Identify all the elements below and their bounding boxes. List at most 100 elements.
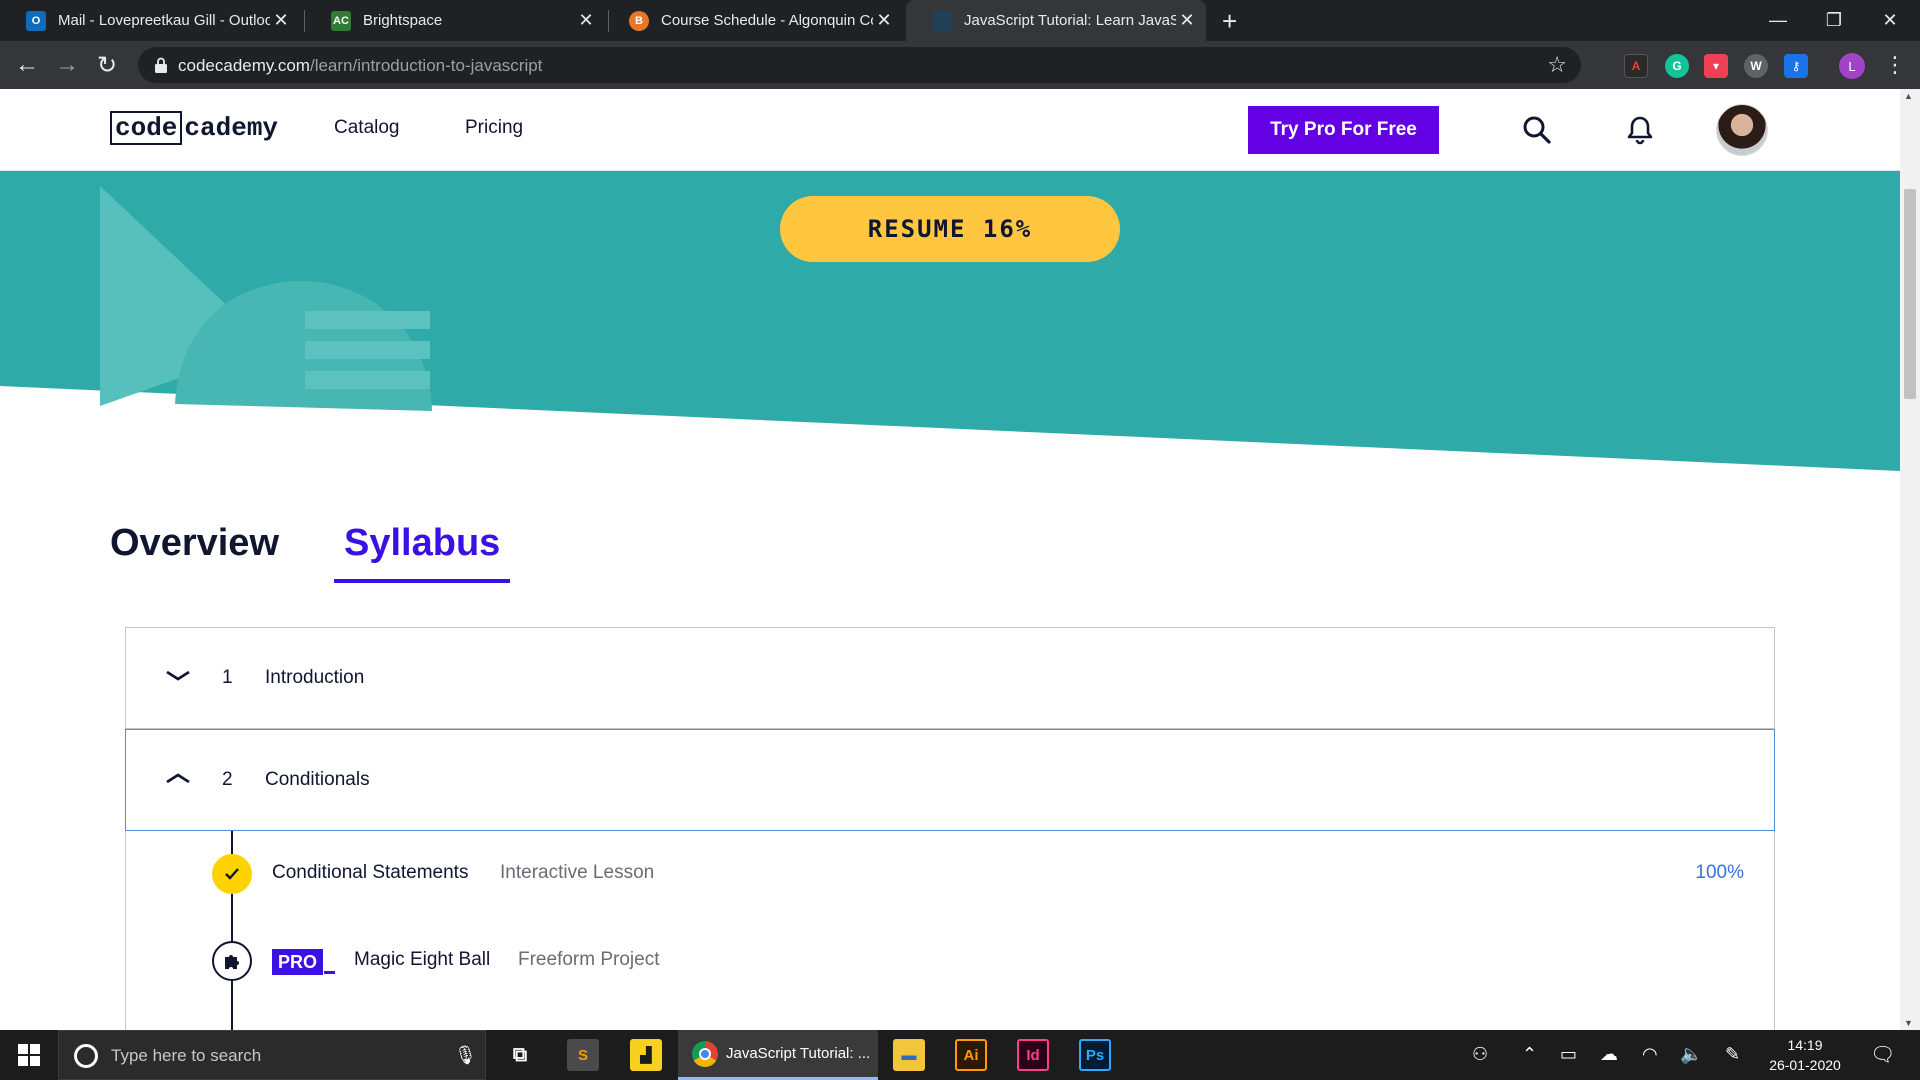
- tab-title: JavaScript Tutorial: Learn JavaScri: [964, 12, 1176, 29]
- scrollbar-thumb[interactable]: [1904, 189, 1916, 399]
- address-bar[interactable]: codecademy.com/learn/introduction-to-jav…: [138, 47, 1581, 83]
- close-icon[interactable]: ✕: [1176, 10, 1198, 31]
- microphone-icon[interactable]: 🎙: [454, 1045, 477, 1066]
- algonquin-icon: B: [629, 10, 649, 31]
- lesson-type: Interactive Lesson: [500, 862, 655, 883]
- module-row[interactable]: 2 Conditionals: [125, 729, 1775, 831]
- taskbar-chrome-app[interactable]: JavaScript Tutorial: ...: [678, 1030, 878, 1080]
- close-icon[interactable]: ✕: [873, 10, 895, 31]
- tab-syllabus[interactable]: Syllabus: [334, 522, 511, 583]
- windows-taskbar: Type here to search 🎙 ⧉ S ▟ JavaScript T…: [0, 1030, 1920, 1080]
- people-icon[interactable]: ⚇: [1472, 1044, 1488, 1065]
- pen-icon[interactable]: ✎: [1725, 1044, 1740, 1065]
- task-view-icon[interactable]: ⧉: [504, 1039, 536, 1071]
- tab-brightspace[interactable]: AC Brightspace ✕: [305, 0, 605, 41]
- codecademy-logo[interactable]: code cademy: [110, 111, 278, 145]
- lesson-title[interactable]: Magic Eight Ball: [354, 949, 490, 971]
- new-tab-button[interactable]: +: [1222, 6, 1237, 37]
- codecademy-icon: [932, 10, 952, 31]
- lock-icon: [155, 57, 167, 73]
- back-button[interactable]: ←: [11, 49, 43, 81]
- logo-code: code: [110, 111, 183, 145]
- pro-badge: PRO: [272, 949, 324, 975]
- tab-codecademy[interactable]: JavaScript Tutorial: Learn JavaScri ✕: [906, 0, 1206, 41]
- sublime-icon[interactable]: S: [567, 1039, 599, 1071]
- windows-start-button[interactable]: [0, 1030, 58, 1080]
- pro-badge-cursor: [324, 971, 335, 974]
- nav-pricing[interactable]: Pricing: [465, 117, 523, 139]
- wordtune-icon[interactable]: W: [1744, 54, 1768, 78]
- photoshop-icon[interactable]: Ps: [1079, 1039, 1111, 1071]
- lesson-row[interactable]: Conditional Statements Interactive Lesso…: [126, 844, 1774, 904]
- close-icon[interactable]: ✕: [270, 10, 292, 31]
- nav-catalog[interactable]: Catalog: [334, 117, 400, 139]
- pdf-icon[interactable]: A: [1624, 54, 1648, 78]
- syllabus-list: 1 Introduction 2 Conditionals Conditiona…: [125, 627, 1775, 1030]
- wifi-icon[interactable]: ◠: [1642, 1044, 1658, 1065]
- sticky-notes-icon[interactable]: ▟: [630, 1039, 662, 1071]
- scroll-up-arrow-icon[interactable]: ▲: [1904, 91, 1913, 101]
- lesson-row[interactable]: PRO Magic Eight Ball Freeform Project: [126, 931, 1774, 991]
- lesson-type: Freeform Project: [518, 949, 660, 970]
- browser-tab-strip: O Mail - Lovepreetkau Gill - Outloo ✕ AC…: [0, 0, 1920, 41]
- active-app-title: JavaScript Tutorial: ...: [726, 1045, 871, 1062]
- module-row[interactable]: 1 Introduction: [126, 628, 1774, 729]
- search-placeholder: Type here to search: [111, 1046, 262, 1065]
- bookmark-star-icon[interactable]: ☆: [1547, 52, 1567, 78]
- file-explorer-icon[interactable]: ▬: [893, 1039, 925, 1071]
- url-domain: codecademy.com: [178, 56, 310, 75]
- windows-logo-icon: [18, 1044, 40, 1066]
- module-title: Conditionals: [265, 769, 370, 790]
- restore-button[interactable]: ❐: [1808, 0, 1860, 41]
- brightspace-icon: AC: [331, 10, 351, 31]
- module-title: Introduction: [265, 667, 365, 688]
- page-viewport: code cademy Catalog Pricing Try Pro For F…: [0, 89, 1900, 1030]
- minimize-button[interactable]: —: [1752, 0, 1804, 41]
- battery-icon[interactable]: ▭: [1560, 1044, 1577, 1065]
- clock-date: 26-01-2020: [1769, 1057, 1841, 1073]
- page-scrollbar[interactable]: ▲ ▼: [1900, 89, 1920, 1030]
- close-window-button[interactable]: ✕: [1864, 0, 1916, 41]
- close-icon[interactable]: ✕: [575, 10, 597, 31]
- indesign-icon[interactable]: Id: [1017, 1039, 1049, 1071]
- tab-title: Brightspace: [363, 12, 443, 29]
- browser-toolbar: ← → ↻ codecademy.com/learn/introduction-…: [0, 41, 1920, 89]
- tab-title: Course Schedule - Algonquin Col: [661, 12, 873, 29]
- logo-cademy: cademy: [184, 113, 279, 143]
- grammarly-icon[interactable]: G: [1665, 54, 1689, 78]
- bell-icon[interactable]: [1624, 114, 1656, 146]
- try-pro-button[interactable]: Try Pro For Free: [1248, 106, 1439, 154]
- taskbar-search[interactable]: Type here to search 🎙: [58, 1030, 486, 1080]
- onedrive-icon[interactable]: ☁: [1600, 1044, 1618, 1065]
- checkmark-icon: [212, 854, 252, 894]
- clock-time: 14:19: [1787, 1037, 1823, 1053]
- lesson-title[interactable]: Conditional Statements: [272, 862, 468, 884]
- page-tabs: Overview Syllabus: [0, 522, 1900, 583]
- tab-title: Mail - Lovepreetkau Gill - Outloo: [58, 12, 270, 29]
- key-icon[interactable]: ⚷: [1784, 54, 1808, 78]
- illustrator-icon[interactable]: Ai: [955, 1039, 987, 1071]
- forward-button[interactable]: →: [51, 49, 83, 81]
- profile-avatar[interactable]: L: [1839, 53, 1865, 79]
- url-path: /learn/introduction-to-javascript: [309, 56, 543, 75]
- pocket-icon[interactable]: ▾: [1704, 54, 1728, 78]
- reload-button[interactable]: ↻: [91, 49, 123, 81]
- puzzle-icon: [212, 941, 252, 981]
- tab-outlook[interactable]: O Mail - Lovepreetkau Gill - Outloo ✕: [0, 0, 300, 41]
- url-text[interactable]: codecademy.com/learn/introduction-to-jav…: [178, 56, 542, 76]
- browser-menu-icon[interactable]: ⋮: [1884, 52, 1906, 78]
- search-icon[interactable]: [1521, 114, 1553, 146]
- resume-button[interactable]: RESUME 16%: [780, 196, 1120, 262]
- notification-center-icon[interactable]: 🗨: [1870, 1042, 1895, 1067]
- tab-course-schedule[interactable]: B Course Schedule - Algonquin Col ✕: [603, 0, 903, 41]
- chevron-up-icon[interactable]: [164, 768, 192, 788]
- taskbar-clock[interactable]: 14:19 26-01-2020: [1760, 1035, 1850, 1075]
- chevron-down-icon[interactable]: [164, 666, 192, 686]
- tab-overview[interactable]: Overview: [100, 522, 289, 579]
- scroll-down-arrow-icon[interactable]: ▼: [1904, 1018, 1913, 1028]
- cortana-icon: [74, 1044, 98, 1068]
- chevron-up-tray-icon[interactable]: ⌃: [1522, 1044, 1537, 1065]
- user-avatar[interactable]: [1716, 104, 1768, 156]
- volume-icon[interactable]: 🔈: [1680, 1044, 1702, 1065]
- module-number: 1: [222, 667, 233, 688]
